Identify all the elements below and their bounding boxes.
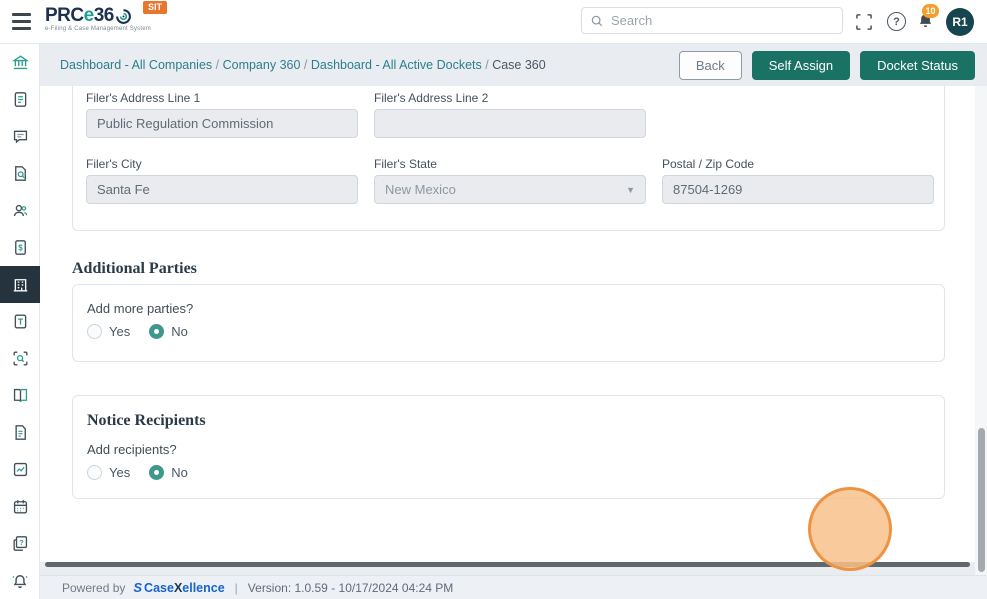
fullscreen-icon[interactable] [856,14,872,30]
notice-recipients-card: Notice Recipients Add recipients? Yes No [72,395,945,499]
breadcrumb-link-dashboard-all-companies[interactable]: Dashboard - All Companies [60,58,212,72]
sidebar-item-reports[interactable] [0,414,40,451]
city-label: Filer's City [86,157,142,171]
app-logo[interactable]: PRC e 36 e-Filing & Case Management System [45,5,151,32]
sidebar-item-company-360[interactable] [0,266,40,303]
casexellence-logo: S Case Xellence [133,580,225,595]
filer-address-card: Filer's Address Line 1 Filer's Address L… [72,86,945,231]
left-sidebar: $ ? [0,44,40,599]
sidebar-item-messages[interactable] [0,118,40,155]
building-icon [11,275,30,294]
chat-icon [11,127,30,146]
calendar-icon [11,497,30,516]
main-content: Filer's Address Line 1 Filer's Address L… [40,86,975,562]
parties-yes-radio[interactable] [87,324,102,339]
breadcrumb-current: Case 360 [492,58,546,72]
sidebar-item-case-search[interactable] [0,155,40,192]
search-icon [590,14,604,28]
chevron-down-icon: ▼ [626,184,635,195]
svg-text:$: $ [18,243,23,252]
sidebar-item-tasks[interactable] [0,303,40,340]
back-button[interactable]: Back [678,50,742,80]
recipients-yes-label: Yes [109,465,131,480]
top-header: PRC e 36 e-Filing & Case Management System… [0,0,987,44]
add-recipients-options: Yes No [87,465,200,480]
powered-by-label: Powered by [62,580,126,595]
address-line-1-label: Filer's Address Line 1 [86,91,201,105]
hamburger-menu-icon[interactable] [12,13,31,30]
sidebar-item-help-docs[interactable]: ? [0,525,40,562]
self-assign-button[interactable]: Self Assign [751,50,851,80]
breadcrumb-link-all-active-dockets[interactable]: Dashboard - All Active Dockets [311,58,482,72]
address-line-2-label: Filer's Address Line 2 [374,91,489,105]
sidebar-item-users[interactable] [0,192,40,229]
app-screen: PRC e 36 e-Filing & Case Management System… [0,0,987,599]
breadcrumb-bar: Dashboard - All Companies / Company 360 … [40,44,987,86]
logo-text: PRC [45,5,84,26]
svg-text:?: ? [19,538,24,547]
global-search[interactable] [581,7,843,34]
search-input[interactable] [611,13,834,28]
sidebar-item-alerts[interactable] [0,569,40,595]
sidebar-item-filings[interactable] [0,81,40,118]
notification-count-badge: 10 [922,4,939,18]
sidebar-item-companies[interactable] [0,44,40,81]
zip-field[interactable] [662,175,934,204]
add-recipients-question: Add recipients? [87,442,177,457]
task-file-icon [11,312,30,331]
footer: Powered by S Case Xellence | Version: 1.0… [40,575,987,599]
help-icon[interactable]: ? [887,12,906,31]
analytics-icon [11,460,30,479]
additional-parties-title: Additional Parties [72,260,197,277]
sidebar-item-ledger[interactable] [0,377,40,414]
breadcrumb: Dashboard - All Companies / Company 360 … [60,58,546,72]
billing-icon: $ [11,238,30,257]
zip-label: Postal / Zip Code [662,157,755,171]
users-icon [11,201,30,220]
docket-status-button[interactable]: Docket Status [860,50,975,80]
scan-search-icon [11,349,30,368]
footer-separator: | [234,580,238,595]
toolbar-actions: Back Self Assign Docket Status [678,50,975,80]
sidebar-item-advanced-search[interactable] [0,340,40,377]
additional-parties-card: Add more parties? Yes No [72,284,945,362]
sidebar-item-billing[interactable]: $ [0,229,40,266]
sidebar-item-calendar[interactable] [0,488,40,525]
parties-no-radio[interactable] [149,324,165,339]
user-avatar[interactable]: R1 [946,8,974,36]
state-label: Filer's State [374,157,437,171]
sidebar-item-analytics[interactable] [0,451,40,488]
parties-no-label: No [171,324,188,339]
document-icon [11,90,30,109]
environment-badge: SIT [143,1,168,14]
bell-icon [10,572,30,592]
horizontal-scrollbar[interactable] [45,562,970,567]
state-select[interactable]: New Mexico ▼ [374,175,646,204]
help-doc-icon: ? [11,534,30,553]
recipients-no-radio[interactable] [149,465,165,480]
address-line-2-field[interactable] [374,109,646,138]
casexellence-icon: S [133,580,143,595]
report-icon [11,423,30,442]
file-search-icon [11,164,30,183]
bank-icon [11,53,30,72]
add-more-parties-options: Yes No [87,324,200,339]
city-field[interactable] [86,175,358,204]
add-more-parties-question: Add more parties? [87,301,194,316]
logo-spiral-icon [115,8,132,25]
notice-recipients-title: Notice Recipients [87,412,206,429]
ledger-icon [11,386,30,405]
vertical-scrollbar-thumb[interactable] [977,428,985,572]
parties-yes-label: Yes [109,324,131,339]
recipients-yes-radio[interactable] [87,465,102,480]
address-line-1-field[interactable] [86,109,358,138]
breadcrumb-link-company-360[interactable]: Company 360 [223,58,301,72]
version-text: Version: 1.0.59 - 10/17/2024 04:24 PM [247,580,454,595]
logo-tagline: e-Filing & Case Management System [45,26,151,32]
recipients-no-label: No [171,465,188,480]
